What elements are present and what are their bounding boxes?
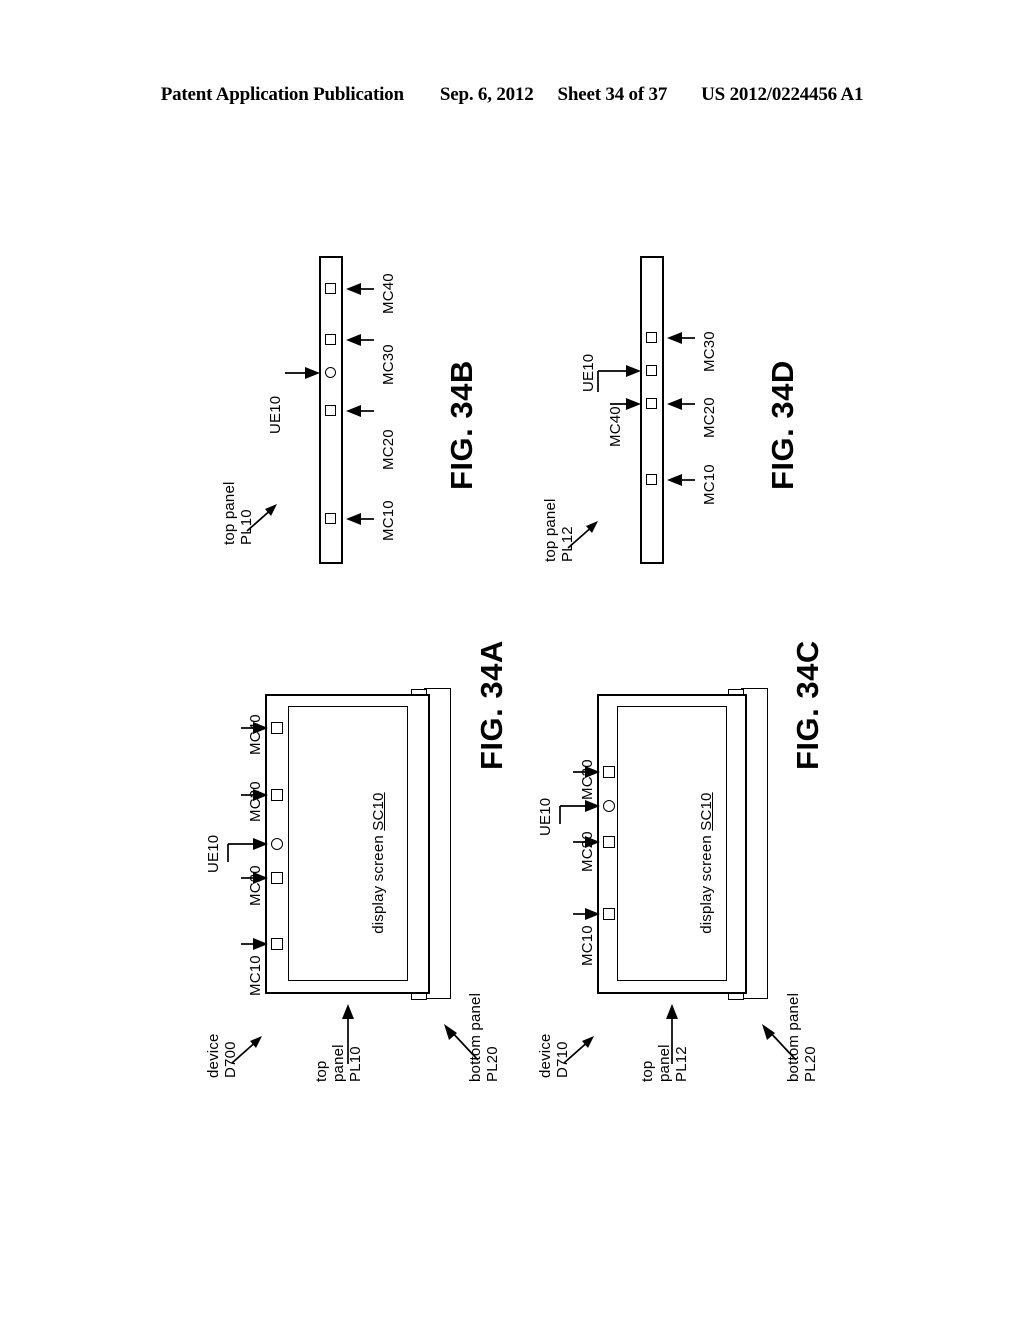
fig34a-ue10-leader xyxy=(227,838,268,862)
drawing-sheet: top panel PL10 UE10 MC10 MC20 MC30 MC40 … xyxy=(0,0,1024,1320)
fig34a-mc10-leader xyxy=(241,938,268,950)
fig34c-screen-ref: SC10 xyxy=(697,792,715,831)
fig34b-mc20-label: MC20 xyxy=(380,429,397,470)
fig34d-element-mc30 xyxy=(646,332,657,343)
fig34a-mc10-label: MC10 xyxy=(247,955,264,996)
leader-lines-overlay xyxy=(227,283,797,1064)
fig34d-ue10-leader xyxy=(597,365,641,392)
fig34a-device-label: device D700 xyxy=(205,1033,239,1078)
fig34c-caption: FIG. 34C xyxy=(790,640,825,770)
fig34c-ue10-leader xyxy=(559,800,600,824)
fig34a-ue10-label: UE10 xyxy=(205,834,222,873)
fig34b-mc10-leader xyxy=(346,513,374,525)
fig34a-element-mc30 xyxy=(271,789,283,801)
fig34d-element-mc10 xyxy=(646,474,657,485)
fig34d-mc10-leader xyxy=(667,474,695,486)
fig34b-ue10-leader xyxy=(285,367,320,379)
fig34d-ue10-label: UE10 xyxy=(580,353,597,392)
fig34a-caption: FIG. 34A xyxy=(474,640,509,770)
fig34d-mc20-leader xyxy=(667,398,695,410)
fig34b-mc20-leader xyxy=(346,405,374,417)
fig34a-mc30-label: MC30 xyxy=(247,781,264,822)
fig34a-element-mc20 xyxy=(271,872,283,884)
fig34c-device-label: device D710 xyxy=(537,1033,571,1078)
fig34d-mc20-label: MC20 xyxy=(701,397,718,438)
fig34c-mc10-leader xyxy=(573,908,600,920)
fig34b-element-ue10 xyxy=(325,367,336,378)
fig34a-element-ue10 xyxy=(271,838,283,850)
fig34c-element-mc20 xyxy=(603,836,615,848)
fig34c-element-mc30 xyxy=(603,766,615,778)
fig34a-display-screen-label: display screen SC10 xyxy=(354,792,404,960)
fig34a-bottom-panel-label: bottom panel PL20 xyxy=(467,992,501,1082)
fig34b-element-mc10 xyxy=(325,513,336,524)
fig34a-element-mc10 xyxy=(271,938,283,950)
fig34b-ue10-label: UE10 xyxy=(267,395,284,434)
fig34b-mc40-leader xyxy=(346,283,374,295)
fig34c-top-panel-label: top panel PL12 xyxy=(639,1044,690,1082)
fig34b-mc40-label: MC40 xyxy=(380,273,397,314)
fig34b-mc30-label: MC30 xyxy=(380,344,397,385)
fig34c-mc20-label: MC20 xyxy=(579,831,596,872)
fig34a-screen-ref: SC10 xyxy=(369,792,387,831)
fig34c-ue10-label: UE10 xyxy=(537,797,554,836)
fig34c-bottom-panel-label: bottom panel PL20 xyxy=(785,992,819,1082)
fig34b-element-mc30 xyxy=(325,334,336,345)
fig34d-mc30-leader xyxy=(667,332,695,344)
fig34d-element-mc20 xyxy=(646,398,657,409)
fig34c-element-mc10 xyxy=(603,908,615,920)
fig34a-mc40-label: MC40 xyxy=(247,714,264,755)
fig34d-caption: FIG. 34D xyxy=(765,360,800,490)
fig34c-display-screen-label: display screen SC10 xyxy=(682,792,732,960)
fig34d-mc40-label: MC40 xyxy=(607,406,624,447)
fig34b-caption: FIG. 34B xyxy=(444,360,479,490)
fig34b-top-panel-label: top panel PL10 xyxy=(221,481,255,545)
fig34b-mc30-leader xyxy=(346,334,374,346)
fig34c-element-ue10 xyxy=(603,800,615,812)
fig34b-element-mc40 xyxy=(325,283,336,294)
fig34d-element-mc40 xyxy=(646,365,657,376)
fig34c-screen-prefix: display screen xyxy=(697,830,715,934)
fig34d-mc10-label: MC10 xyxy=(701,464,718,505)
fig34d-mc30-label: MC30 xyxy=(701,331,718,372)
fig34c-mc30-label: MC30 xyxy=(579,759,596,800)
fig34a-top-panel-label: top panel PL10 xyxy=(313,1044,364,1082)
fig34a-screen-prefix: display screen xyxy=(369,830,387,934)
fig34d-top-panel-label: top panel PL12 xyxy=(542,498,576,562)
fig34a-mc20-label: MC20 xyxy=(247,865,264,906)
fig34d-top-panel-body xyxy=(640,256,664,564)
fig34c-mc10-label: MC10 xyxy=(579,925,596,966)
fig34b-element-mc20 xyxy=(325,405,336,416)
fig34a-element-mc40 xyxy=(271,722,283,734)
fig34b-mc10-label: MC10 xyxy=(380,500,397,541)
